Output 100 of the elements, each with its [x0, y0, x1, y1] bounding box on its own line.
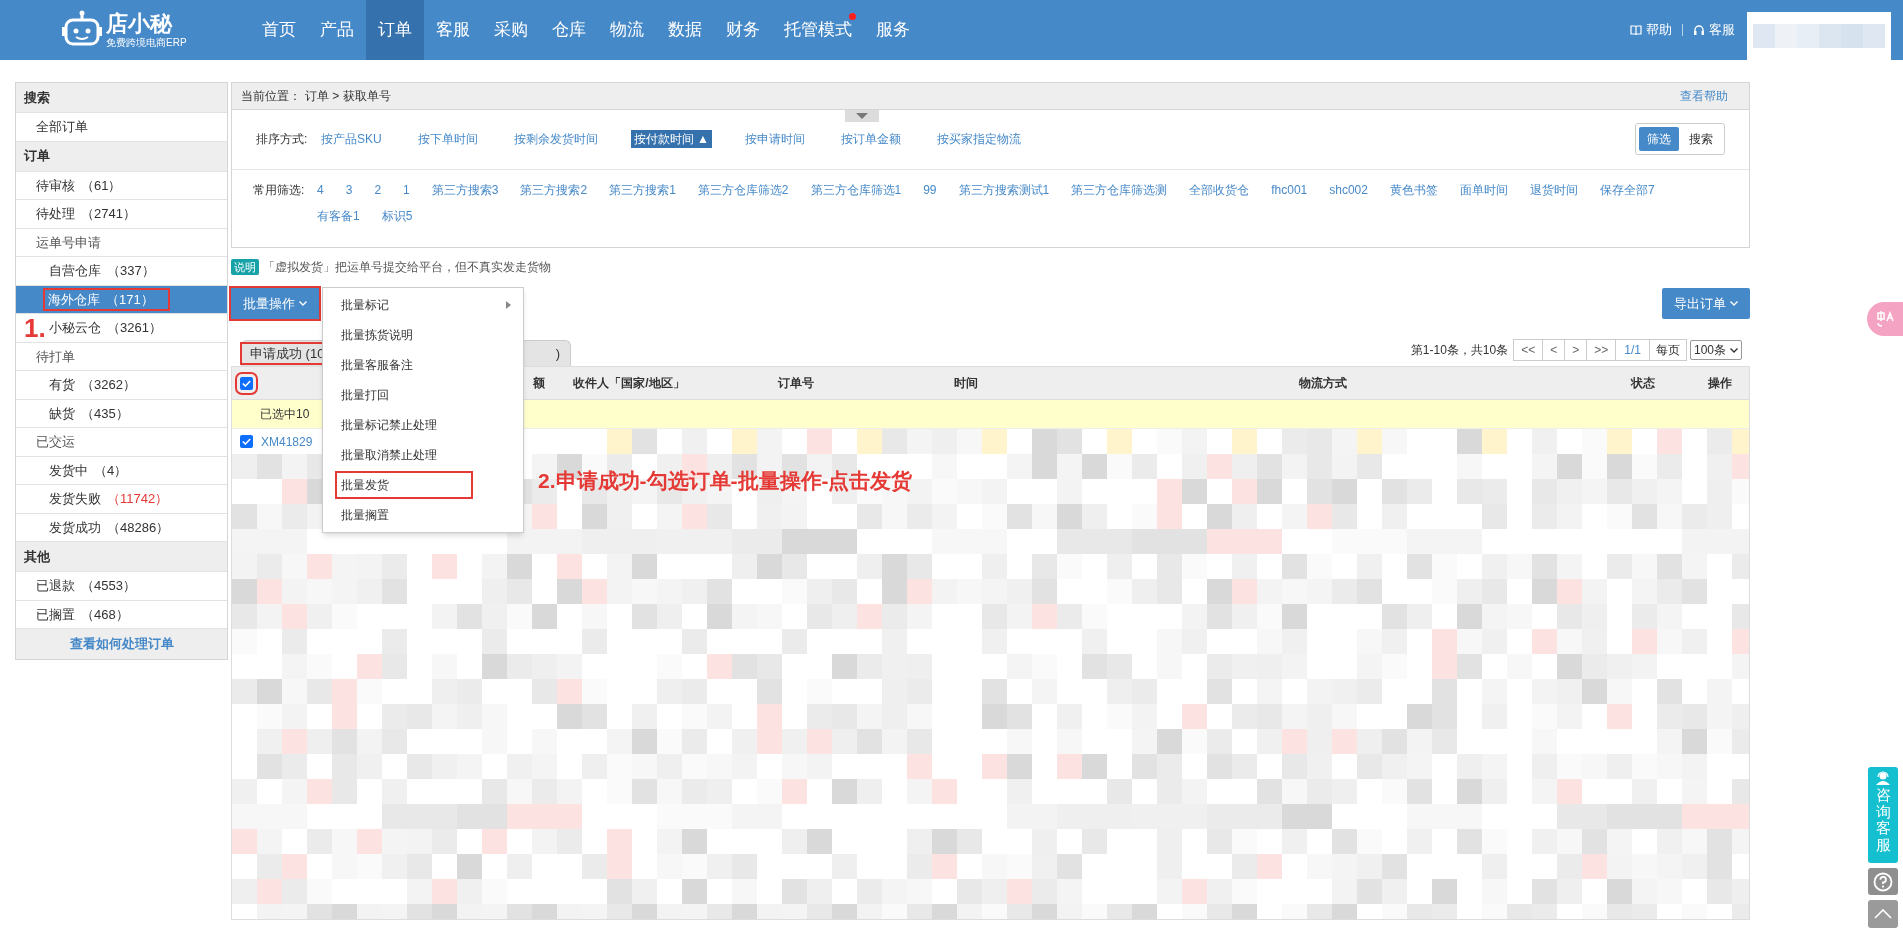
help-link[interactable]: 查看帮助 [1680, 87, 1728, 105]
sidebar-item[interactable]: 海外仓库 （171） [16, 285, 227, 314]
filter-link[interactable]: 标识5 [381, 207, 413, 225]
batch-actions-button[interactable]: 批量操作 [231, 288, 319, 319]
sort-option[interactable]: 按下单时间 [414, 130, 481, 148]
nav-tab[interactable]: 订单 [366, 0, 424, 60]
nav-tab[interactable]: 托管模式 [772, 0, 864, 60]
menu-item[interactable]: 批量打回 [323, 380, 523, 410]
filter-link[interactable]: 有客备1 [317, 207, 360, 225]
consult-service-button[interactable]: 咨询客服 [1868, 767, 1898, 863]
per-page-select[interactable]: 100条 [1689, 340, 1742, 360]
toggle-button[interactable]: 筛选 [1639, 127, 1679, 151]
filter-link[interactable]: 第三方仓库筛选2 [697, 181, 789, 199]
caret-icon [856, 113, 868, 119]
menu-item[interactable]: 批量客服备注 [323, 350, 523, 380]
sort-option[interactable]: 按订单金额 [837, 130, 904, 148]
chevron-icon [299, 301, 307, 306]
filter-link[interactable]: 第三方仓库筛选1 [810, 181, 902, 199]
menu-item[interactable]: 批量发货 [323, 470, 523, 500]
logo-text: 店小秘 [106, 12, 174, 35]
checkbox[interactable] [240, 435, 253, 448]
menu-item[interactable]: 批量拣货说明 [323, 320, 523, 350]
sort-label: 排序方式: [256, 131, 309, 148]
pagination-button[interactable]: >> [1586, 339, 1617, 361]
per-page-label: 每页 [1648, 339, 1687, 361]
filter-link[interactable]: 4 [317, 181, 324, 199]
nav-tab[interactable]: 产品 [308, 0, 366, 60]
filter-link[interactable]: 退货时间 [1529, 181, 1578, 199]
service-link[interactable]: 客服 [1693, 20, 1735, 40]
help-button[interactable] [1868, 868, 1898, 895]
sidebar-section-title: 订单 [16, 141, 227, 172]
filter-link[interactable]: 2 [374, 181, 382, 199]
nav-tab[interactable]: 首页 [250, 0, 308, 60]
column-header: 收件人「国家/地区」 [572, 375, 686, 392]
collapse-handle[interactable] [845, 110, 879, 122]
back-to-top-button[interactable] [1868, 900, 1898, 928]
sort-option[interactable]: 按剩余发货时间 [510, 130, 601, 148]
nav-tab[interactable]: 物流 [598, 0, 656, 60]
filter-link[interactable]: 全部收货仓 [1189, 181, 1250, 199]
annotation-text: 2.申请成功-勾选订单-批量操作-点击发货 [538, 468, 913, 494]
nav-tab[interactable]: 财务 [714, 0, 772, 60]
check-icon [242, 379, 251, 387]
nav-tab[interactable]: 数据 [656, 0, 714, 60]
pagination-button[interactable]: > [1564, 339, 1588, 361]
nav-tab[interactable]: 仓库 [540, 0, 598, 60]
column-header: 操作 [1706, 375, 1733, 392]
pagination-button[interactable]: << [1513, 339, 1544, 361]
menu-item[interactable]: 批量标记禁止处理 [323, 410, 523, 440]
menu-item[interactable]: 批量标记 [323, 290, 523, 320]
filter-link[interactable]: 99 [923, 181, 937, 199]
filter-link[interactable]: 黄色书签 [1389, 181, 1438, 199]
filter-link[interactable]: fhc001 [1271, 181, 1308, 199]
notice-text: 「虚拟发货」把运单号提交给平台，但不真实发走货物 [263, 259, 551, 276]
chevron-icon [1730, 301, 1738, 306]
headset-icon [1693, 24, 1705, 36]
export-button[interactable]: 导出订单 [1662, 288, 1750, 319]
filter-link[interactable]: 保存全部7 [1599, 181, 1655, 199]
chevron-up-icon [1874, 909, 1892, 919]
selection-count: 已选中10 [260, 406, 310, 423]
filter-label: 常用筛选: [253, 182, 306, 199]
chevron-icon [1730, 347, 1738, 353]
filter-link[interactable]: 第三方搜索1 [609, 181, 676, 199]
filter-link[interactable]: 第三方搜索测试1 [958, 181, 1050, 199]
annotation-text: 1. [24, 315, 46, 341]
pagination-button[interactable]: < [1542, 339, 1566, 361]
sidebar-section-title: 其他 [16, 542, 227, 572]
filter-link[interactable]: 面单时间 [1459, 181, 1508, 199]
sort-option[interactable]: 按付款时间 ▲ [630, 130, 712, 148]
nav-tab[interactable]: 服务 [864, 0, 922, 60]
breadcrumb-path: 订单 > 获取单号 [305, 88, 391, 105]
submenu-arrow-icon [506, 301, 511, 309]
help-link[interactable]: 帮助 [1630, 20, 1672, 40]
book-icon [1630, 24, 1642, 36]
pagination-summary: 第1-10条，共10条 [1410, 342, 1509, 359]
filter-link[interactable]: 3 [345, 181, 353, 199]
page-indicator: 1/1 [1615, 339, 1650, 361]
column-header: 物流方式 [1298, 375, 1349, 392]
sort-option[interactable]: 按买家指定物流 [933, 130, 1024, 148]
column-header: 状态 [1629, 375, 1656, 392]
help-link[interactable]: 查看如何处理订单 [16, 629, 227, 659]
nav-tab[interactable]: 采购 [482, 0, 540, 60]
check-icon [242, 438, 251, 445]
translate-icon [1876, 311, 1894, 327]
sort-option[interactable]: 按产品SKU [318, 130, 385, 148]
filter-link[interactable]: 第三方搜索3 [431, 181, 499, 199]
order-link[interactable]: XM41829 [261, 432, 313, 451]
question-icon [1873, 871, 1893, 892]
filter-link[interactable]: 第三方仓库筛选测 [1071, 181, 1168, 199]
filter-link[interactable]: shc002 [1329, 181, 1368, 199]
menu-item[interactable]: 批量搁置 [323, 500, 523, 530]
filter-link[interactable]: 第三方搜索2 [520, 181, 588, 199]
sidebar-section-title: 搜索 [16, 83, 227, 113]
logo-tagline: 免费跨境电商ERP [106, 37, 187, 48]
nav-tab[interactable]: 客服 [424, 0, 482, 60]
sort-option[interactable]: 按申请时间 [741, 130, 808, 148]
column-header: 订单号 [776, 375, 816, 392]
breadcrumb-label: 当前位置： [241, 88, 301, 105]
filter-link[interactable]: 1 [403, 181, 410, 199]
menu-item[interactable]: 批量取消禁止处理 [323, 440, 523, 470]
translate-button[interactable] [1867, 302, 1903, 336]
